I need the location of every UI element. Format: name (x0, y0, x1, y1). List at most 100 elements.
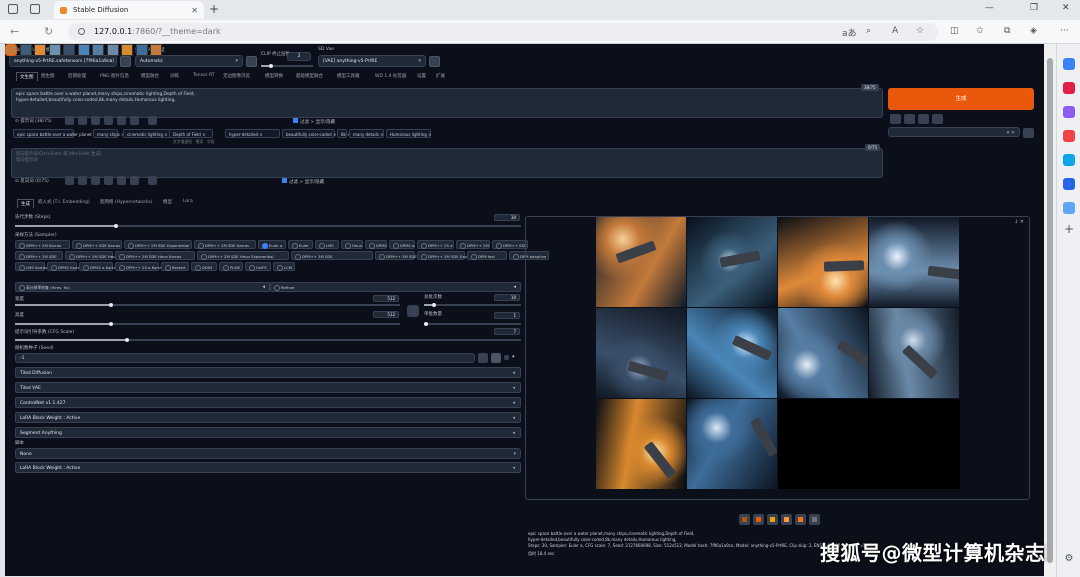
toolbar-button-3[interactable] (91, 116, 100, 125)
accordion-0[interactable]: Tiled Diffusion ◂ (15, 367, 521, 378)
sampler-option[interactable]: DPM fast (467, 251, 507, 260)
batch-size-input[interactable]: 1 (494, 312, 520, 319)
style-button-3[interactable] (918, 114, 929, 124)
office-icon[interactable] (1063, 154, 1075, 166)
copilot-icon[interactable]: ◈ (1030, 26, 1037, 36)
close-window-icon[interactable]: ✕ (1062, 3, 1070, 13)
outlook-icon[interactable] (1063, 178, 1075, 190)
thumbnail[interactable] (135, 44, 148, 56)
site-info-icon[interactable] (78, 28, 85, 35)
negative-prompt-textarea[interactable]: 反向提示词(Ctrl+Enter 或 Alt+Enter 生成) 反向提示词 (11, 148, 883, 178)
refresh-vae-button[interactable] (246, 56, 257, 67)
sampler-option[interactable]: Euler (288, 240, 313, 249)
toolbar-button-4[interactable] (104, 116, 113, 125)
tab-6[interactable]: Tensor RT (193, 73, 215, 78)
tab-10[interactable]: 模型工具箱 (337, 73, 360, 79)
neg-toolbar-button-4[interactable] (104, 176, 113, 185)
tab-4[interactable]: 模型融合 (141, 73, 159, 79)
sampler-option[interactable]: DPM2 (365, 240, 387, 249)
tab-13[interactable]: 扩展 (436, 73, 445, 79)
add-icon[interactable]: + (1063, 223, 1075, 236)
generated-image[interactable] (778, 308, 868, 398)
sampler-option[interactable]: Heun (341, 240, 363, 249)
reuse-seed-button[interactable] (491, 353, 501, 363)
vae-select[interactable]: Automatic ▾ (135, 55, 243, 67)
toolbar-button-7[interactable] (148, 116, 157, 125)
lora-block-weight-accordion-2[interactable]: LoRA Block Weight : Active ◂ (15, 462, 521, 473)
script-select[interactable]: None ▾ (15, 448, 521, 459)
generated-image[interactable] (596, 308, 686, 398)
style-button-4[interactable] (932, 114, 943, 124)
steps-input[interactable]: 30 (494, 214, 520, 221)
thumbnail[interactable] (63, 44, 75, 56)
subtab-0[interactable]: 生成 (17, 199, 34, 208)
url-field[interactable]: 127.0.0.1:7860/?__theme=dark (68, 23, 938, 41)
height-input[interactable]: 512 (373, 311, 399, 318)
sampler-option[interactable]: DPM2 a (389, 240, 415, 249)
browser-tab[interactable]: Stable Diffusion ✕ (54, 1, 204, 19)
gallery-action-button[interactable] (809, 514, 820, 525)
toolbar-button-1[interactable] (65, 116, 74, 125)
prompt-chip[interactable]: 8k × (337, 129, 350, 138)
thumbnail[interactable] (77, 44, 90, 56)
width-input[interactable]: 512 (373, 295, 399, 302)
subtab-3[interactable]: 模型 (163, 199, 172, 205)
batch-count-input[interactable]: 10 (494, 294, 520, 301)
tab-11[interactable]: WD 1.4 标签器 (375, 73, 406, 79)
thumbnail[interactable] (34, 44, 46, 56)
sampler-option[interactable]: DPM++ 2S a Karras (115, 262, 164, 271)
width-slider[interactable] (15, 303, 400, 307)
sampler-option[interactable]: UniPC (245, 262, 271, 271)
sampler-option[interactable]: LMS Karras (15, 262, 47, 271)
sampler-option[interactable]: DPM++ 2M Karras (15, 240, 70, 249)
height-slider[interactable] (15, 322, 400, 326)
styles-select[interactable]: ▾ ✕ (888, 127, 1020, 137)
favorite-icon[interactable]: ☆ (916, 26, 924, 36)
tab-12[interactable]: 设置 (417, 73, 426, 79)
read-aloud-icon[interactable]: aあ (842, 26, 857, 39)
tab-7[interactable]: 无边图像浏览 (223, 73, 250, 79)
generated-image[interactable] (869, 308, 959, 398)
prompt-chip[interactable]: cinematic lighting × (123, 129, 171, 138)
thumbnail[interactable] (121, 44, 133, 56)
styles-apply-button[interactable] (1023, 128, 1034, 138)
thumbnail[interactable] (5, 44, 17, 56)
collections-icon[interactable]: ⧉ (1004, 26, 1010, 36)
hires-fix-checkbox[interactable]: 高分辨率修复 (Hires. fix) ◂ (15, 282, 270, 292)
sampler-option[interactable]: DPM++ 2M SDE Heun (65, 251, 118, 260)
tab-9[interactable]: 超级模型融合 (296, 73, 323, 79)
search-icon[interactable] (1063, 58, 1075, 70)
cfg-slider[interactable] (15, 338, 521, 342)
prompt-chip[interactable]: hyper-detailed × (225, 129, 280, 138)
sampler-option[interactable]: DPM++ 2M SDE Heun Exponential (197, 251, 289, 260)
minimize-icon[interactable]: — (985, 3, 994, 13)
refresh-model-button[interactable] (120, 56, 131, 67)
sampler-option[interactable]: Restart (161, 262, 189, 271)
neg-toolbar-button-6[interactable] (130, 176, 139, 185)
generated-image[interactable] (596, 217, 686, 307)
gallery-action-button[interactable] (767, 514, 778, 525)
extra-seed-checkbox[interactable] (504, 355, 509, 360)
prompt-chip[interactable]: many ships × (93, 129, 125, 138)
gallery-action-button[interactable] (753, 514, 764, 525)
style-button-2[interactable] (904, 114, 915, 124)
random-seed-button[interactable] (478, 353, 488, 363)
sampler-option[interactable]: DPM++ 2M SDE Heun Karras (115, 251, 195, 260)
toolbar-button-6[interactable] (130, 116, 139, 125)
neg-toolbar-button-5[interactable] (117, 176, 126, 185)
scrollbar-thumb[interactable] (1047, 58, 1053, 563)
generated-image[interactable] (778, 217, 868, 307)
generate-button[interactable]: 生成 (888, 88, 1034, 110)
profile-icon[interactable] (8, 4, 18, 14)
sampler-option[interactable]: DPM++ 3M SDE Exponential (417, 251, 482, 260)
tab-8[interactable]: 模型转换 (265, 73, 283, 79)
sampler-option[interactable]: DPM++ 2M SDE (15, 251, 63, 260)
gallery-action-button[interactable] (795, 514, 806, 525)
generated-image[interactable] (687, 217, 777, 307)
generated-image[interactable] (687, 308, 777, 398)
sampler-option[interactable]: DDIM (191, 262, 217, 271)
tab-5[interactable]: 训练 (170, 73, 179, 79)
gallery-close-icon[interactable]: ↓ ✕ (1014, 219, 1024, 225)
back-icon[interactable]: ← (10, 25, 19, 38)
tab-actions-icon[interactable] (30, 4, 40, 14)
